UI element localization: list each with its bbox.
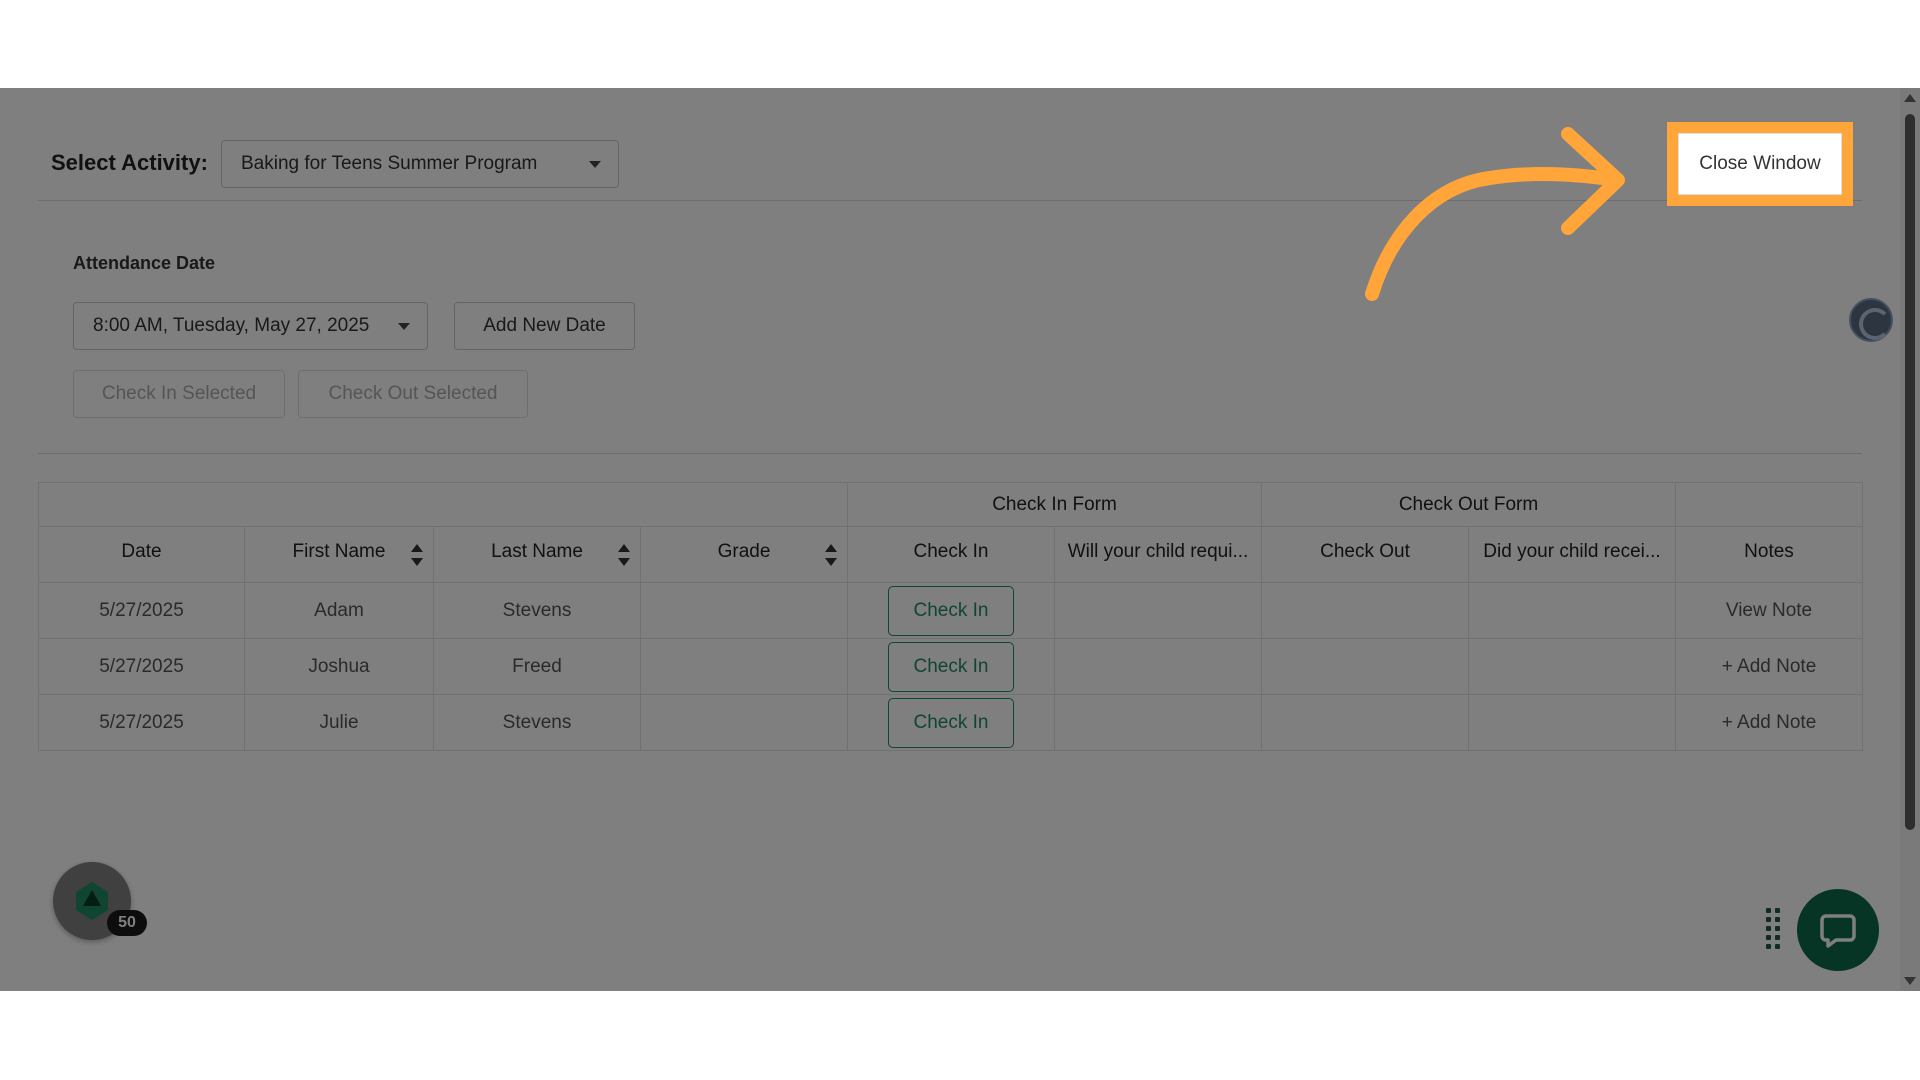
attendance-date-value: 8:00 AM, Tuesday, May 27, 2025 [93, 315, 370, 336]
check-out-selected-button[interactable]: Check Out Selected [298, 370, 528, 418]
group-header-check-out-form: Check Out Form [1261, 482, 1676, 527]
check-in-button[interactable]: Check In [888, 585, 1014, 636]
attendance-table: Check In Form Check Out Form Date First … [38, 482, 1863, 751]
sort-icon[interactable] [411, 543, 423, 566]
caret-down-icon [398, 323, 410, 330]
group-header-empty [1675, 482, 1863, 527]
chat-icon [1820, 914, 1856, 948]
divider [38, 453, 1862, 454]
cell-question-1 [1054, 582, 1262, 639]
cell-grade [640, 638, 848, 695]
grip-icon[interactable] [1766, 908, 1782, 950]
column-header-check-in: Check In [847, 526, 1055, 583]
table-header-row: Date First Name Last Name Grade Check In… [38, 526, 1863, 583]
column-header-label: Grade [717, 540, 771, 562]
cell-check-in: Check In [847, 638, 1055, 695]
cell-question-1 [1054, 638, 1262, 695]
table-row: 5/27/2025 Adam Stevens Check In View Not… [38, 582, 1863, 639]
activity-select-value: Baking for Teens Summer Program [241, 153, 538, 174]
cell-first-name: Adam [244, 582, 434, 639]
column-header-label: Date [121, 540, 162, 562]
column-header-label: Notes [1744, 540, 1794, 562]
close-window-button[interactable]: Close Window [1678, 133, 1842, 195]
cell-last-name: Stevens [433, 582, 641, 639]
cell-date: 5/27/2025 [38, 582, 245, 639]
table-row: 5/27/2025 Joshua Freed Check In + Add No… [38, 638, 1863, 695]
cell-question-2 [1468, 582, 1676, 639]
cell-check-in: Check In [847, 582, 1055, 639]
column-header-label: Last Name [491, 540, 583, 562]
column-header-question-1: Will your child requi... [1054, 526, 1262, 583]
cell-grade [640, 582, 848, 639]
cell-check-out [1261, 638, 1469, 695]
cell-question-2 [1468, 638, 1676, 695]
check-in-button[interactable]: Check In [888, 697, 1014, 748]
cell-check-in: Check In [847, 694, 1055, 751]
refresh-icon[interactable] [1849, 298, 1893, 342]
add-new-date-button[interactable]: Add New Date [454, 302, 635, 350]
attendance-date-label: Attendance Date [73, 253, 216, 273]
scroll-up-icon[interactable] [1904, 94, 1916, 102]
table-row: 5/27/2025 Julie Stevens Check In + Add N… [38, 694, 1863, 751]
select-activity-label: Select Activity: [51, 150, 208, 175]
cell-last-name: Stevens [433, 694, 641, 751]
cell-date: 5/27/2025 [38, 694, 245, 751]
attendance-window: Select Activity: Baking for Teens Summer… [0, 88, 1920, 991]
cell-grade [640, 694, 848, 751]
cell-question-1 [1054, 694, 1262, 751]
scroll-thumb[interactable] [1905, 114, 1915, 830]
group-header-empty [38, 482, 848, 527]
group-header-check-in-form: Check In Form [847, 482, 1262, 527]
chat-button[interactable] [1797, 889, 1879, 971]
column-header-label: First Name [292, 540, 386, 562]
cell-last-name: Freed [433, 638, 641, 695]
cell-check-out [1261, 694, 1469, 751]
column-header-label: Will your child requi... [1067, 540, 1249, 562]
top-margin [0, 0, 1920, 88]
activity-select[interactable]: Baking for Teens Summer Program [221, 140, 619, 188]
cell-date: 5/27/2025 [38, 638, 245, 695]
column-header-last-name[interactable]: Last Name [433, 526, 641, 583]
sort-icon[interactable] [618, 543, 630, 566]
arrow-annotation-icon [1365, 127, 1625, 301]
column-header-label: Check Out [1320, 540, 1410, 562]
table-group-header-row: Check In Form Check Out Form [38, 482, 1863, 527]
bottom-margin [0, 991, 1920, 1080]
scrollbar[interactable] [1900, 88, 1920, 991]
cell-check-out [1261, 582, 1469, 639]
caret-down-icon [589, 161, 601, 168]
column-header-notes: Notes [1675, 526, 1863, 583]
check-in-selected-button[interactable]: Check In Selected [73, 370, 285, 418]
add-note-link[interactable]: + Add Note [1675, 638, 1863, 695]
column-header-date: Date [38, 526, 245, 583]
column-header-check-out: Check Out [1261, 526, 1469, 583]
scroll-down-icon[interactable] [1904, 977, 1916, 985]
view-note-link[interactable]: View Note [1675, 582, 1863, 639]
cell-first-name: Joshua [244, 638, 434, 695]
notification-badge: 50 [107, 910, 147, 936]
column-header-label: Did your child recei... [1483, 540, 1661, 562]
attendance-date-select[interactable]: 8:00 AM, Tuesday, May 27, 2025 [73, 302, 428, 350]
column-header-question-2: Did your child recei... [1468, 526, 1676, 583]
column-header-label: Check In [913, 540, 989, 562]
check-in-button[interactable]: Check In [888, 641, 1014, 692]
add-note-link[interactable]: + Add Note [1675, 694, 1863, 751]
column-header-grade[interactable]: Grade [640, 526, 848, 583]
cell-question-2 [1468, 694, 1676, 751]
sort-icon[interactable] [825, 543, 837, 566]
cell-first-name: Julie [244, 694, 434, 751]
column-header-first-name[interactable]: First Name [244, 526, 434, 583]
